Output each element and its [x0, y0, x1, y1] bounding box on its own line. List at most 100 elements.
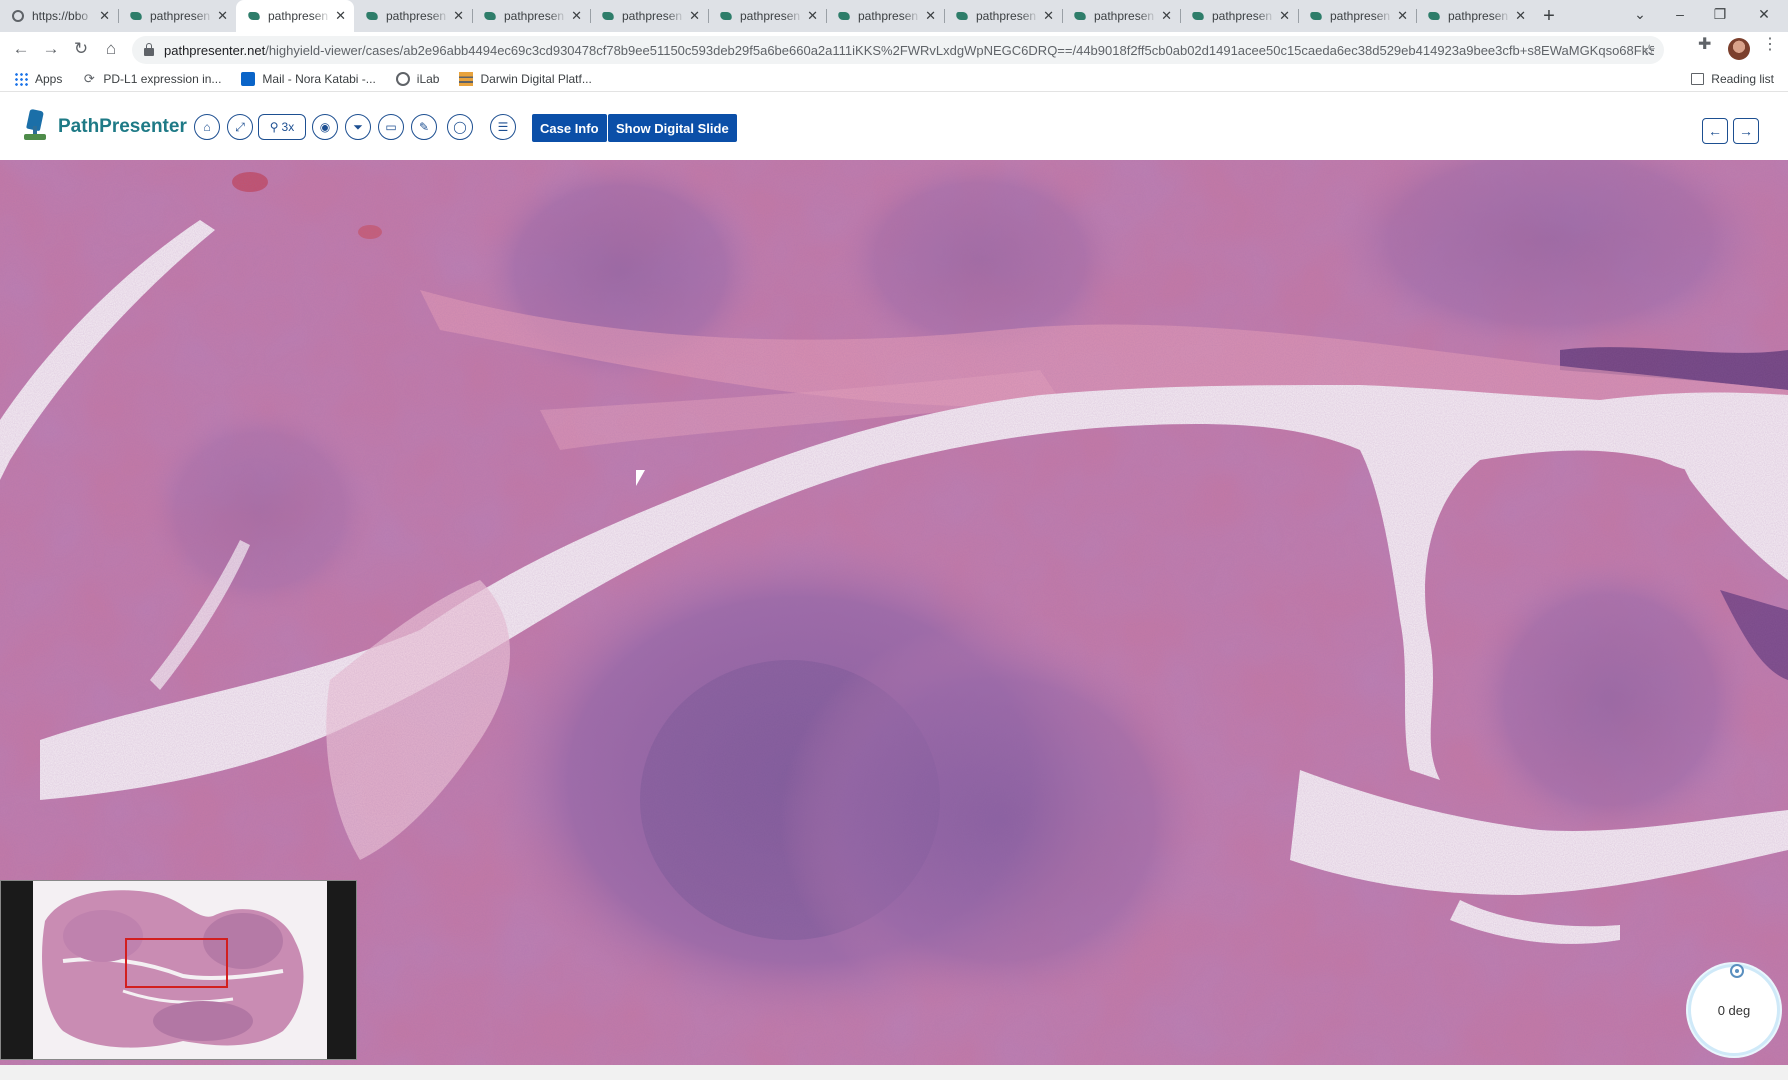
browser-tab[interactable]: pathpresen ✕ [236, 0, 354, 32]
rotation-handle[interactable] [1730, 964, 1744, 978]
pathpresenter-favicon [837, 12, 851, 20]
tab-title: pathpresen [150, 9, 211, 23]
extensions-icon[interactable]: ✚ [1698, 34, 1711, 54]
browser-tab[interactable]: pathpresen ✕ [1180, 0, 1298, 32]
profile-avatar[interactable] [1728, 38, 1750, 60]
restore-icon[interactable]: ❐ [1700, 0, 1740, 28]
bookmark-star-icon[interactable]: ☆ [1643, 41, 1656, 59]
tab-close-icon[interactable]: ✕ [689, 8, 700, 24]
tab-close-icon[interactable]: ✕ [1279, 8, 1290, 24]
tab-close-icon[interactable]: ✕ [453, 8, 464, 24]
bookmark-ilab[interactable]: iLab [395, 71, 446, 86]
tab-list: https://bbo ✕ pathpresen ✕ pathpresen ✕ pathpr… [0, 0, 1534, 32]
pathpresenter-favicon [247, 12, 261, 20]
case-info-button[interactable]: Case Info [532, 114, 607, 142]
bookmark-apps[interactable]: Apps [14, 71, 68, 86]
reading-list-icon [1691, 72, 1705, 85]
browser-tab[interactable]: pathpresen ✕ [1416, 0, 1534, 32]
home-icon[interactable]: ⌂ [194, 114, 220, 140]
browser-tab[interactable]: pathpresen ✕ [1062, 0, 1180, 32]
tab-title: pathpresen [740, 9, 801, 23]
tab-title: pathpresen [858, 9, 919, 23]
browser-toolbar: ← → ↻ ⌂ pathpresenter.net/highyield-view… [0, 32, 1788, 66]
zoom-label: 3x [281, 120, 295, 134]
reading-list-label: Reading list [1711, 71, 1774, 86]
bookmark-mail[interactable]: Mail - Nora Katabi -... [241, 71, 381, 86]
tab-close-icon[interactable]: ✕ [925, 8, 936, 24]
pathpresenter-favicon [483, 12, 497, 20]
tab-title: https://bbo [32, 9, 89, 23]
browser-tab[interactable]: pathpresen ✕ [590, 0, 708, 32]
new-tab-button[interactable]: + [1534, 0, 1564, 32]
browser-tab[interactable]: pathpresen ✕ [826, 0, 944, 32]
bookmark-pdl1[interactable]: ⟳ PD-L1 expression in... [82, 71, 227, 86]
address-bar[interactable]: pathpresenter.net/highyield-viewer/cases… [132, 36, 1664, 64]
browser-tab[interactable]: pathpresen ✕ [472, 0, 590, 32]
pathpresenter-favicon [365, 12, 379, 20]
tab-close-icon[interactable]: ✕ [1397, 8, 1408, 24]
tab-title: pathpresen [1448, 9, 1509, 23]
browser-tab[interactable]: pathpresen ✕ [708, 0, 826, 32]
minimize-icon[interactable]: – [1660, 0, 1700, 28]
camera-icon[interactable]: ◉ [312, 114, 338, 140]
fullscreen-icon[interactable]: ⤢ [227, 114, 253, 140]
tab-search-icon[interactable]: ⌄ [1620, 0, 1660, 28]
browser-menu-icon[interactable]: ⋮ [1762, 34, 1778, 54]
pathpresenter-logo[interactable]: PathPresenter [18, 108, 187, 146]
back-icon[interactable]: ← [6, 34, 36, 64]
tab-title: pathpresen [268, 9, 329, 23]
pencil-icon[interactable]: ✎ [411, 114, 437, 140]
bookmark-darwin[interactable]: Darwin Digital Platf... [459, 71, 597, 86]
pathpresenter-favicon [955, 12, 969, 20]
bookmark-label: Darwin Digital Platf... [480, 71, 592, 86]
home-browser-icon[interactable]: ⌂ [96, 34, 126, 64]
tab-close-icon[interactable]: ✕ [1161, 8, 1172, 24]
tab-close-icon[interactable]: ✕ [807, 8, 818, 24]
pathpresenter-favicon [1427, 12, 1441, 20]
browser-tab[interactable]: pathpresen ✕ [1298, 0, 1416, 32]
tab-close-icon[interactable]: ✕ [571, 8, 582, 24]
outlook-icon [241, 71, 256, 86]
reading-list-button[interactable]: Reading list [1691, 72, 1774, 86]
status-bar [0, 1065, 1788, 1080]
browser-tab[interactable]: https://bbo ✕ [0, 0, 118, 32]
tab-close-icon[interactable]: ✕ [1043, 8, 1054, 24]
lock-icon [144, 43, 154, 56]
rotation-label: 0 deg [1717, 1002, 1751, 1018]
reload-icon[interactable]: ↻ [66, 34, 96, 64]
browser-tab[interactable]: pathpresen ✕ [944, 0, 1062, 32]
forward-icon[interactable]: → [36, 34, 66, 64]
pathpresenter-favicon [129, 12, 143, 20]
tab-title: pathpresen [622, 9, 683, 23]
tab-close-icon[interactable]: ✕ [1515, 8, 1526, 24]
tab-close-icon[interactable]: ✕ [99, 8, 110, 24]
filter-icon[interactable]: ⏷ [345, 114, 371, 140]
prev-slide-button[interactable]: ← [1702, 118, 1728, 144]
circle-draw-icon[interactable]: ◯ [447, 114, 473, 140]
bookmark-label: Apps [35, 71, 63, 86]
browser-tab[interactable]: pathpresen ✕ [118, 0, 236, 32]
list-icon[interactable]: ☰ [490, 114, 516, 140]
rotation-control[interactable]: 0 deg [1688, 964, 1780, 1056]
navigator-thumbnail[interactable] [33, 881, 327, 1059]
zoom-button[interactable]: ⚲ 3x [258, 114, 306, 140]
darwin-icon [459, 71, 474, 86]
slide-navigator[interactable] [0, 880, 357, 1060]
viewport-indicator[interactable] [125, 938, 228, 988]
tab-close-icon[interactable]: ✕ [335, 8, 346, 24]
next-slide-button[interactable]: → [1733, 118, 1759, 144]
bookmark-label: Mail - Nora Katabi -... [262, 71, 376, 86]
microscope-icon [18, 108, 52, 146]
tab-title: pathpresen [1094, 9, 1155, 23]
close-window-icon[interactable]: ✕ [1744, 0, 1784, 28]
monitor-icon[interactable]: ▭ [378, 114, 404, 140]
pathpresenter-favicon [1191, 12, 1205, 20]
tab-close-icon[interactable]: ✕ [217, 8, 228, 24]
show-digital-slide-button[interactable]: Show Digital Slide [608, 114, 737, 142]
bookmark-label: PD-L1 expression in... [103, 71, 222, 86]
zoom-icon: ⚲ [269, 120, 279, 134]
pathpresenter-favicon [1073, 12, 1087, 20]
tab-title: pathpresen [1212, 9, 1273, 23]
browser-tab[interactable]: pathpresen ✕ [354, 0, 472, 32]
mouse-cursor [636, 470, 645, 486]
